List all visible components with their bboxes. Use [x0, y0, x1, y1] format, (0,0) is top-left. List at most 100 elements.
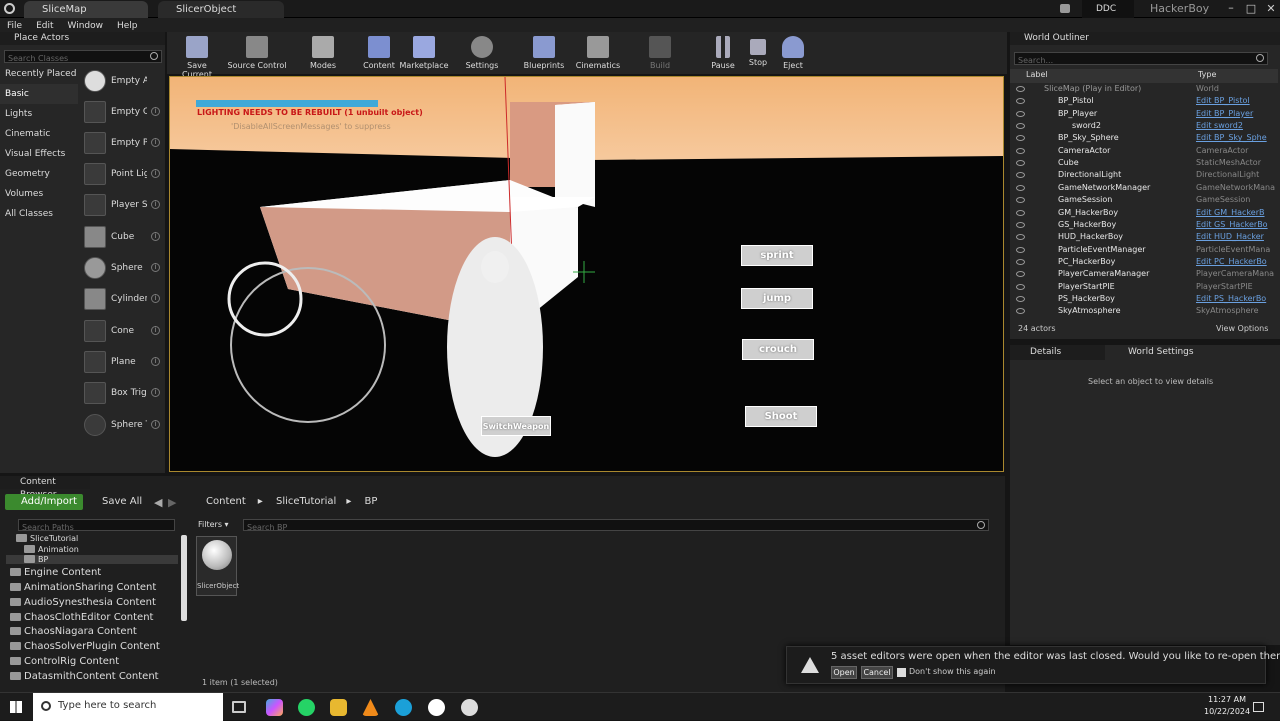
- tree-chaosclotheditor[interactable]: ChaosClothEditor Content: [10, 612, 153, 623]
- blueprints-button[interactable]: Blueprints: [523, 34, 565, 72]
- forward-arrow-icon[interactable]: ▶: [168, 496, 176, 509]
- eye-icon[interactable]: [1016, 221, 1025, 228]
- menu-help[interactable]: Help: [110, 19, 145, 33]
- outliner-type[interactable]: Edit HUD_Hacker: [1196, 231, 1264, 243]
- eye-icon[interactable]: [1016, 271, 1025, 278]
- info-icon[interactable]: i: [151, 263, 160, 272]
- actor-cylinder[interactable]: Cylinder i: [82, 286, 164, 314]
- eye-icon[interactable]: [1016, 110, 1025, 117]
- column-label[interactable]: Label: [1026, 70, 1048, 79]
- outliner-row[interactable]: sword2 Edit sword2: [1010, 120, 1278, 132]
- category-basic[interactable]: Basic: [0, 84, 78, 104]
- tree-chaosniagara[interactable]: ChaosNiagara Content: [10, 626, 137, 637]
- outliner-search[interactable]: Search...: [1014, 52, 1268, 65]
- task-view-icon[interactable]: [232, 701, 246, 713]
- eye-icon[interactable]: [1016, 98, 1025, 105]
- app-icon[interactable]: [461, 699, 478, 716]
- outliner-type[interactable]: Edit PC_HackerBo: [1196, 256, 1267, 268]
- eye-icon[interactable]: [1016, 308, 1025, 315]
- back-arrow-icon[interactable]: ◀: [154, 496, 162, 509]
- actor-point-light[interactable]: Point Lig i: [82, 161, 164, 189]
- eye-icon[interactable]: [1016, 86, 1025, 92]
- tree-datasmithcontent[interactable]: DatasmithContent Content: [10, 671, 159, 682]
- crouch-button[interactable]: crouch: [742, 339, 814, 360]
- outliner-row[interactable]: PS_HackerBoy Edit PS_HackerBo: [1010, 293, 1278, 305]
- eye-icon[interactable]: [1016, 234, 1025, 241]
- tab-world-settings[interactable]: World Settings: [1108, 345, 1218, 360]
- breadcrumb-slicetutorial[interactable]: SliceTutorial: [276, 496, 336, 507]
- search-paths-input[interactable]: Search Paths: [18, 519, 175, 532]
- source-control-button[interactable]: Source Control: [227, 34, 287, 72]
- category-lights[interactable]: Lights: [0, 104, 78, 124]
- eye-icon[interactable]: [1016, 246, 1025, 253]
- edge-icon[interactable]: [395, 699, 412, 716]
- sprint-button[interactable]: sprint: [741, 245, 813, 266]
- info-icon[interactable]: i: [151, 420, 160, 429]
- add-import-button[interactable]: Add/Import: [5, 494, 83, 510]
- eye-icon[interactable]: [1016, 135, 1025, 142]
- outliner-type[interactable]: Edit BP_Pistol: [1196, 95, 1250, 107]
- actor-cube[interactable]: Cube i: [82, 224, 164, 252]
- eye-icon[interactable]: [1016, 209, 1025, 216]
- outliner-type[interactable]: Edit GM_HackerB: [1196, 207, 1265, 219]
- tree-chaossolverplugin[interactable]: ChaosSolverPlugin Content: [10, 641, 160, 652]
- info-icon[interactable]: i: [151, 138, 160, 147]
- breadcrumb-bp[interactable]: BP: [365, 496, 378, 507]
- notifications-icon[interactable]: [1253, 702, 1264, 712]
- windows-start-icon[interactable]: [10, 701, 22, 713]
- maximize-button[interactable]: □: [1242, 0, 1260, 18]
- eye-icon[interactable]: [1016, 160, 1025, 167]
- stop-button[interactable]: Stop: [745, 34, 771, 72]
- outliner-row[interactable]: GameNetworkManager GameNetworkMana: [1010, 182, 1278, 194]
- view-options-button[interactable]: View Options: [1216, 324, 1268, 333]
- actor-sphere[interactable]: Sphere i: [82, 255, 164, 283]
- asset-search-input[interactable]: Search BP: [243, 519, 989, 532]
- modes-button[interactable]: Modes: [307, 34, 339, 72]
- outliner-type[interactable]: Edit GS_HackerBo: [1196, 219, 1268, 231]
- place-actors-search[interactable]: Search Classes: [4, 50, 162, 63]
- shoot-button[interactable]: Shoot: [745, 406, 817, 427]
- info-icon[interactable]: i: [151, 294, 160, 303]
- build-button[interactable]: Build: [647, 34, 673, 72]
- close-button[interactable]: ✕: [1262, 0, 1280, 18]
- tab-slicemap[interactable]: SliceMap: [24, 1, 148, 18]
- filters-button[interactable]: Filters ▾: [198, 520, 229, 529]
- eye-icon[interactable]: [1016, 197, 1025, 204]
- eye-icon[interactable]: [1016, 258, 1025, 265]
- outliner-row[interactable]: PlayerStartPIE PlayerStartPIE: [1010, 281, 1278, 293]
- dont-show-checkbox[interactable]: [897, 668, 906, 677]
- eye-icon[interactable]: [1016, 147, 1025, 154]
- jump-button[interactable]: jump: [741, 288, 813, 309]
- outliner-row[interactable]: SliceMap (Play in Editor) World: [1010, 83, 1278, 95]
- outliner-type[interactable]: Edit BP_Sky_Sphe: [1196, 132, 1267, 144]
- actor-player-start[interactable]: Player Sti: [82, 192, 164, 220]
- outliner-row[interactable]: GameSession GameSession: [1010, 194, 1278, 206]
- outliner-row[interactable]: CameraActor CameraActor: [1010, 145, 1278, 157]
- game-viewport[interactable]: LIGHTING NEEDS TO BE REBUILT (1 unbuilt …: [169, 76, 1004, 472]
- pause-button[interactable]: Pause: [709, 34, 737, 72]
- vlc-icon[interactable]: [362, 699, 379, 716]
- outliner-row[interactable]: PlayerCameraManager PlayerCameraMana: [1010, 268, 1278, 280]
- open-button[interactable]: Open: [831, 666, 857, 679]
- category-volumes[interactable]: Volumes: [0, 184, 78, 204]
- minimize-button[interactable]: –: [1222, 0, 1240, 18]
- tab-slicerobject[interactable]: SlicerObject: [158, 1, 284, 18]
- cancel-button[interactable]: Cancel: [861, 666, 893, 679]
- category-all-classes[interactable]: All Classes: [0, 204, 78, 224]
- actor-sphere-trigger[interactable]: Sphere Ti: [82, 412, 164, 440]
- switch-weapon-button[interactable]: SwitchWeapon: [481, 416, 551, 436]
- outliner-row[interactable]: HUD_HackerBoy Edit HUD_Hacker: [1010, 231, 1278, 243]
- actor-box-trigger[interactable]: Box Triggi: [82, 380, 164, 408]
- whatsapp-icon[interactable]: [298, 699, 315, 716]
- category-cinematic[interactable]: Cinematic: [0, 124, 78, 144]
- outliner-row[interactable]: ParticleEventManager ParticleEventMana: [1010, 244, 1278, 256]
- marketplace-button[interactable]: Marketplace: [399, 34, 449, 72]
- menu-window[interactable]: Window: [61, 19, 111, 33]
- content-button[interactable]: Content: [363, 34, 395, 72]
- eject-button[interactable]: Eject: [779, 34, 807, 72]
- eye-icon[interactable]: [1016, 172, 1025, 179]
- eye-icon[interactable]: [1016, 283, 1025, 290]
- info-icon[interactable]: i: [151, 200, 160, 209]
- outliner-row[interactable]: BP_Pistol Edit BP_Pistol: [1010, 95, 1278, 107]
- outliner-type[interactable]: Edit sword2: [1196, 120, 1243, 132]
